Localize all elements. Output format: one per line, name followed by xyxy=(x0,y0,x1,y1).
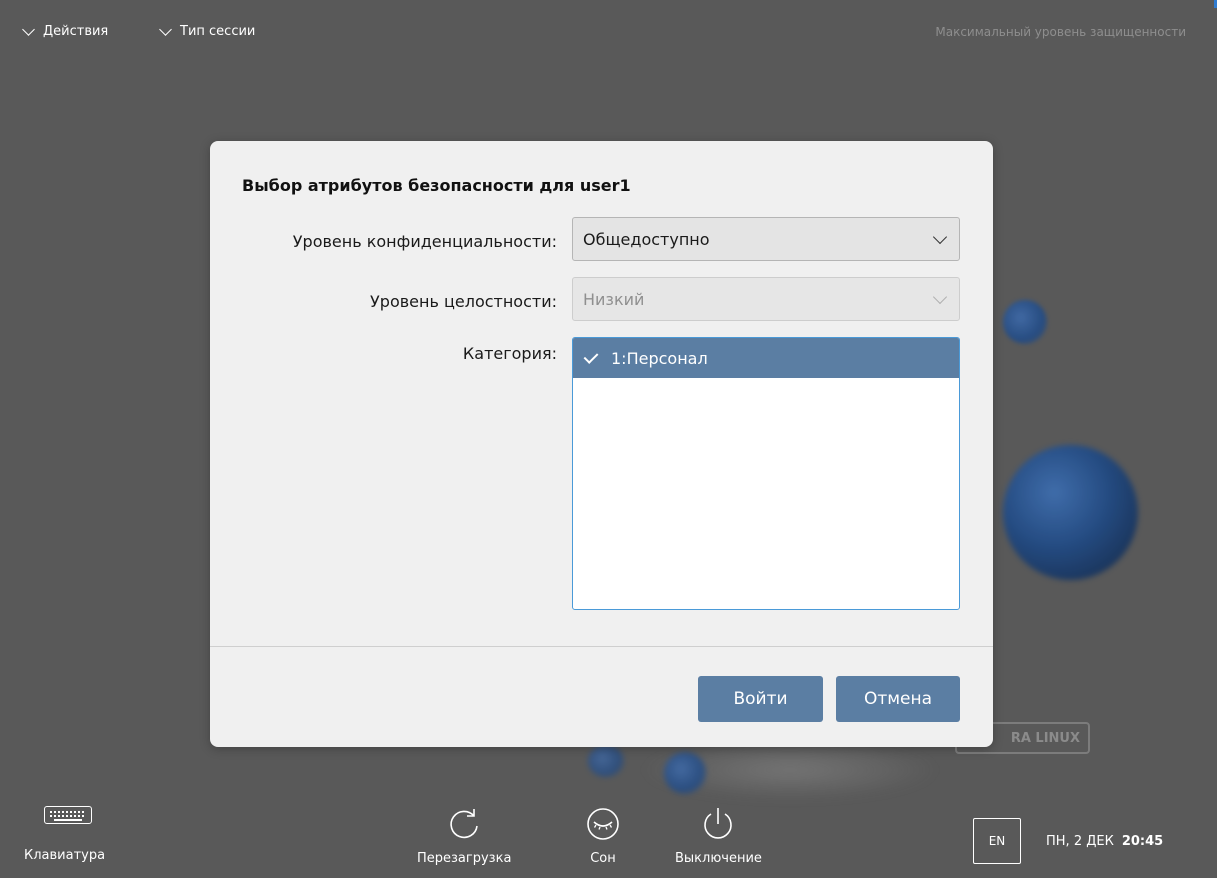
integrity-value: Низкий xyxy=(583,289,645,309)
date-time: ПН, 2 ДЕК 20:45 xyxy=(1046,834,1163,849)
integrity-label: Уровень целостности: xyxy=(370,292,557,311)
session-type-menu[interactable]: Тип сессии xyxy=(159,22,256,39)
background-sphere xyxy=(588,745,624,777)
time-label: 20:45 xyxy=(1121,834,1164,849)
dialog-title: Выбор атрибутов безопасности для user1 xyxy=(242,176,631,195)
power-icon xyxy=(704,808,733,839)
security-attributes-dialog: Выбор атрибутов безопасности для user1 У… xyxy=(210,141,993,747)
sleep-button[interactable]: Сон xyxy=(584,805,622,866)
list-item[interactable]: 1:Персонал xyxy=(573,338,959,378)
security-level-text: Максимальный уровень защищенности xyxy=(935,25,1186,39)
cancel-button[interactable]: Отмена xyxy=(836,676,960,722)
chevron-down-icon xyxy=(932,229,948,245)
language-label: EN xyxy=(988,834,1006,848)
reboot-button[interactable]: Перезагрузка xyxy=(417,805,511,866)
language-button[interactable]: EN xyxy=(973,818,1021,864)
category-list[interactable]: 1:Персонал xyxy=(572,337,960,610)
background-logo-text: RA LINUX xyxy=(1010,730,1080,746)
category-label: Категория: xyxy=(462,344,557,363)
reboot-icon xyxy=(450,809,478,839)
checkmark-icon xyxy=(583,348,599,364)
background-sphere xyxy=(1003,300,1047,344)
integrity-select[interactable]: Низкий xyxy=(572,277,960,321)
session-type-menu-label: Тип сессии xyxy=(180,24,256,39)
category-item-label: 1:Персонал xyxy=(611,348,708,368)
chevron-down-icon xyxy=(22,22,35,36)
background-sphere xyxy=(1003,445,1138,580)
sleep-icon xyxy=(587,808,619,840)
chevron-down-icon xyxy=(159,22,172,36)
confidentiality-label: Уровень конфиденциальности: xyxy=(292,232,557,251)
confidentiality-select[interactable]: Общедоступно xyxy=(572,217,960,261)
keyboard-label: Клавиатура xyxy=(24,848,106,863)
keyboard-button[interactable]: Клавиатура xyxy=(24,806,105,863)
date-label: ПН, 2 ДЕК xyxy=(1046,834,1114,849)
reboot-label: Перезагрузка xyxy=(417,851,512,866)
dialog-divider xyxy=(210,646,993,647)
shutdown-label: Выключение xyxy=(675,851,762,866)
actions-menu[interactable]: Действия xyxy=(22,22,109,39)
confidentiality-value: Общедоступно xyxy=(583,229,710,249)
background-sphere xyxy=(664,752,706,794)
actions-menu-label: Действия xyxy=(43,24,109,39)
keyboard-icon xyxy=(44,806,92,824)
login-button[interactable]: Войти xyxy=(698,676,823,722)
shutdown-button[interactable]: Выключение xyxy=(675,805,762,866)
chevron-down-icon xyxy=(932,289,948,305)
sleep-label: Сон xyxy=(590,851,616,866)
